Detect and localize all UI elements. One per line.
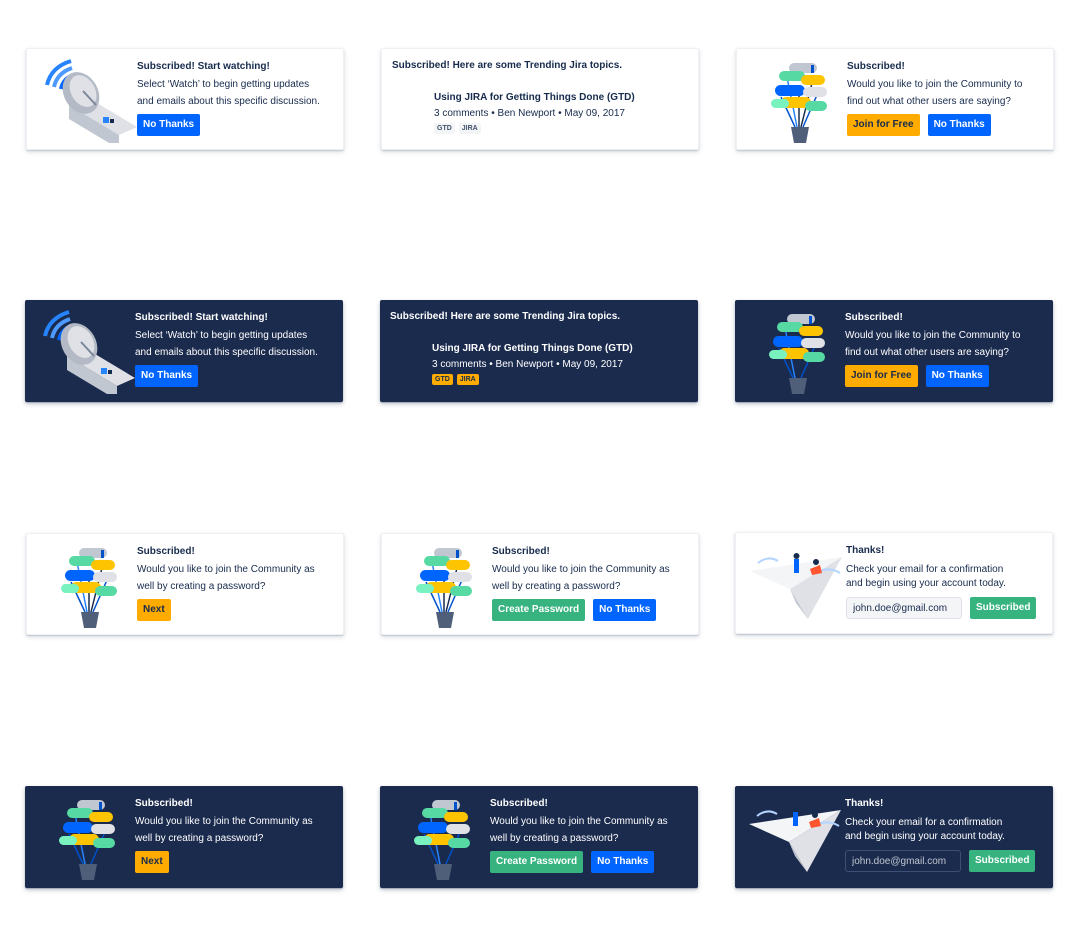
subscribed-button[interactable]: Subscribed [970, 597, 1037, 619]
join-card-light: Subscribed! Would you like to join the C… [736, 48, 1054, 150]
join-for-free-button[interactable]: Join for Free [845, 365, 918, 387]
close-icon[interactable] [1029, 798, 1041, 810]
card-title: Subscribed! Here are some Trending Jira … [390, 311, 621, 322]
close-icon[interactable] [674, 312, 686, 324]
chat-bubbles-icon [396, 542, 492, 628]
no-thanks-button[interactable]: No Thanks [593, 599, 657, 621]
close-icon[interactable] [319, 798, 331, 810]
watch-card-light: Subscribed! Start watching! Select ‘Watc… [26, 48, 344, 150]
card-body-line: well by creating a password? [490, 833, 619, 844]
paper-plane-icon [750, 541, 846, 627]
card-title: Subscribed! Here are some Trending Jira … [392, 60, 623, 71]
paper-plane-icon [749, 794, 845, 880]
card-body-line: and emails about this specific discussio… [135, 347, 318, 358]
card-title: Subscribed! [490, 798, 548, 809]
card-body-line: Would you like to join the Community as [490, 816, 668, 827]
close-icon[interactable] [319, 312, 331, 324]
card-body-line: Would you like to join the Community to [847, 79, 1023, 90]
card-title: Subscribed! [845, 312, 903, 323]
password-create-card-dark: Subscribed! Would you like to join the C… [380, 786, 698, 888]
card-body-line: Would you like to join the Community as [492, 564, 670, 575]
topic-title-link[interactable]: Using JIRA for Getting Things Done (GTD) [434, 91, 635, 105]
card-body-line: well by creating a password? [137, 581, 266, 592]
chat-bubbles-icon [41, 542, 137, 628]
chevron-right-icon[interactable] [672, 356, 684, 368]
card-title: Subscribed! Start watching! [137, 61, 270, 72]
email-field[interactable] [845, 850, 961, 872]
close-icon[interactable] [674, 61, 686, 73]
card-body-line: Select ‘Watch’ to begin getting updates [137, 79, 310, 90]
card-body-line: Would you like to join the Community as [135, 816, 313, 827]
chat-bubbles-icon [394, 794, 490, 880]
thanks-card-light: Thanks! Check your email for a confirmat… [735, 532, 1053, 634]
chevron-left-icon[interactable] [392, 105, 404, 117]
close-icon[interactable] [674, 546, 686, 558]
tag-jira[interactable]: JIRA [456, 374, 479, 385]
password-create-card-light: Subscribed! Would you like to join the C… [381, 533, 699, 635]
chat-bubbles-icon [749, 308, 845, 394]
trending-card-dark: Subscribed! Here are some Trending Jira … [380, 300, 698, 402]
trending-card-light: Subscribed! Here are some Trending Jira … [381, 48, 699, 150]
tag-jira[interactable]: JIRA [458, 123, 481, 134]
chevron-right-icon[interactable] [672, 105, 684, 117]
no-thanks-button[interactable]: No Thanks [591, 851, 655, 873]
close-icon[interactable] [319, 61, 331, 73]
join-for-free-button[interactable]: Join for Free [847, 114, 920, 136]
create-password-button[interactable]: Create Password [492, 599, 586, 621]
satellite-dish-icon [39, 308, 135, 394]
next-button[interactable]: Next [135, 851, 169, 873]
close-icon[interactable] [1028, 545, 1040, 557]
card-body-line: Check your email for a confirmation [845, 817, 1003, 828]
no-thanks-button[interactable]: No Thanks [925, 365, 989, 387]
thanks-card-dark: Thanks! Check your email for a confirmat… [735, 786, 1053, 888]
no-thanks-button[interactable]: No Thanks [135, 365, 199, 387]
card-title: Subscribed! Start watching! [135, 312, 268, 323]
topic-meta: 3 comments • Ben Newport • May 09, 2017 [434, 108, 625, 119]
card-body-line: Would you like to join the Community as [137, 564, 315, 575]
tag-gtd[interactable]: GTD [432, 374, 453, 385]
chat-bubbles-icon [39, 794, 135, 880]
close-icon[interactable] [319, 546, 331, 558]
card-title: Subscribed! [137, 546, 195, 557]
subscribed-button[interactable]: Subscribed [969, 850, 1036, 872]
join-card-dark: Subscribed! Would you like to join the C… [735, 300, 1053, 402]
close-icon[interactable] [1029, 61, 1041, 73]
card-body-line: Would you like to join the Community to [845, 330, 1021, 341]
create-password-button[interactable]: Create Password [490, 851, 584, 873]
card-title: Subscribed! [135, 798, 193, 809]
card-title: Subscribed! [847, 61, 905, 72]
card-body-line: well by creating a password? [492, 581, 621, 592]
card-body-line: find out what other users are saying? [845, 347, 1009, 358]
close-icon[interactable] [674, 798, 686, 810]
card-body-line: Select ‘Watch’ to begin getting updates [135, 330, 308, 341]
card-body-line: well by creating a password? [135, 833, 264, 844]
card-body-line: and begin using your account today. [846, 578, 1006, 589]
card-title: Subscribed! [492, 546, 550, 557]
card-body-line: Check your email for a confirmation [846, 564, 1004, 575]
card-title: Thanks! [845, 798, 884, 809]
topic-meta: 3 comments • Ben Newport • May 09, 2017 [432, 359, 623, 370]
card-title: Thanks! [846, 545, 885, 556]
chevron-left-icon[interactable] [390, 356, 402, 368]
tag-gtd[interactable]: GTD [434, 123, 455, 134]
card-body-line: and emails about this specific discussio… [137, 96, 320, 107]
card-body-line: find out what other users are saying? [847, 96, 1011, 107]
no-thanks-button[interactable]: No Thanks [927, 114, 991, 136]
email-field[interactable] [846, 597, 962, 619]
topic-title-link[interactable]: Using JIRA for Getting Things Done (GTD) [432, 342, 633, 356]
watch-card-dark: Subscribed! Start watching! Select ‘Watc… [25, 300, 343, 402]
password-next-card-dark: Subscribed! Would you like to join the C… [25, 786, 343, 888]
no-thanks-button[interactable]: No Thanks [137, 114, 201, 136]
satellite-dish-icon [41, 57, 137, 143]
close-icon[interactable] [1029, 312, 1041, 324]
chat-bubbles-icon [751, 57, 847, 143]
card-body-line: and begin using your account today. [845, 831, 1005, 842]
password-next-card-light: Subscribed! Would you like to join the C… [26, 533, 344, 635]
next-button[interactable]: Next [137, 599, 171, 621]
